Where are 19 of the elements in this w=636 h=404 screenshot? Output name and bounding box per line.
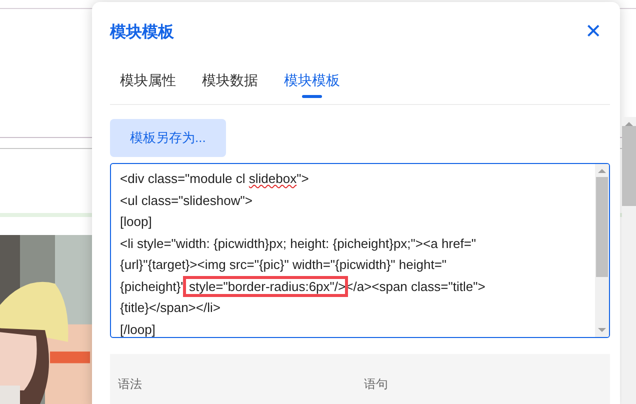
code-line: {picheight}" style="border-radius:6px"/></a><span class="title"> (120, 276, 595, 297)
tab[interactable]: 模块数据 (202, 62, 258, 104)
close-button[interactable]: ✕ (585, 22, 602, 42)
code-line: [/loop] (120, 320, 156, 337)
scrollbar[interactable] (622, 117, 636, 404)
scrollbar[interactable] (595, 164, 609, 337)
tab[interactable]: 模块属性 (120, 62, 176, 104)
save-as-button[interactable]: 模板另存为... (110, 119, 226, 157)
code-line: {title}</span></li> (120, 299, 222, 317)
code-line: [loop] (120, 213, 153, 231)
tab[interactable]: 模块模板 (284, 62, 340, 104)
code-line: {url}"{target}><img src="{pic}" width="{picwidth}" height=" (120, 256, 448, 274)
column-header: 语法 (118, 376, 143, 393)
code-line: <div class="module cl slidebox"> (120, 170, 310, 188)
column-header: 语句 (364, 376, 389, 393)
code-line: <li style="width: {picwidth}px; height: {picheight}px;"><a href=" (120, 234, 478, 253)
dialog-title: 模块模板 (110, 22, 174, 42)
code-line: <ul class="slideshow"> (120, 192, 254, 210)
code-editor[interactable] (110, 163, 610, 338)
